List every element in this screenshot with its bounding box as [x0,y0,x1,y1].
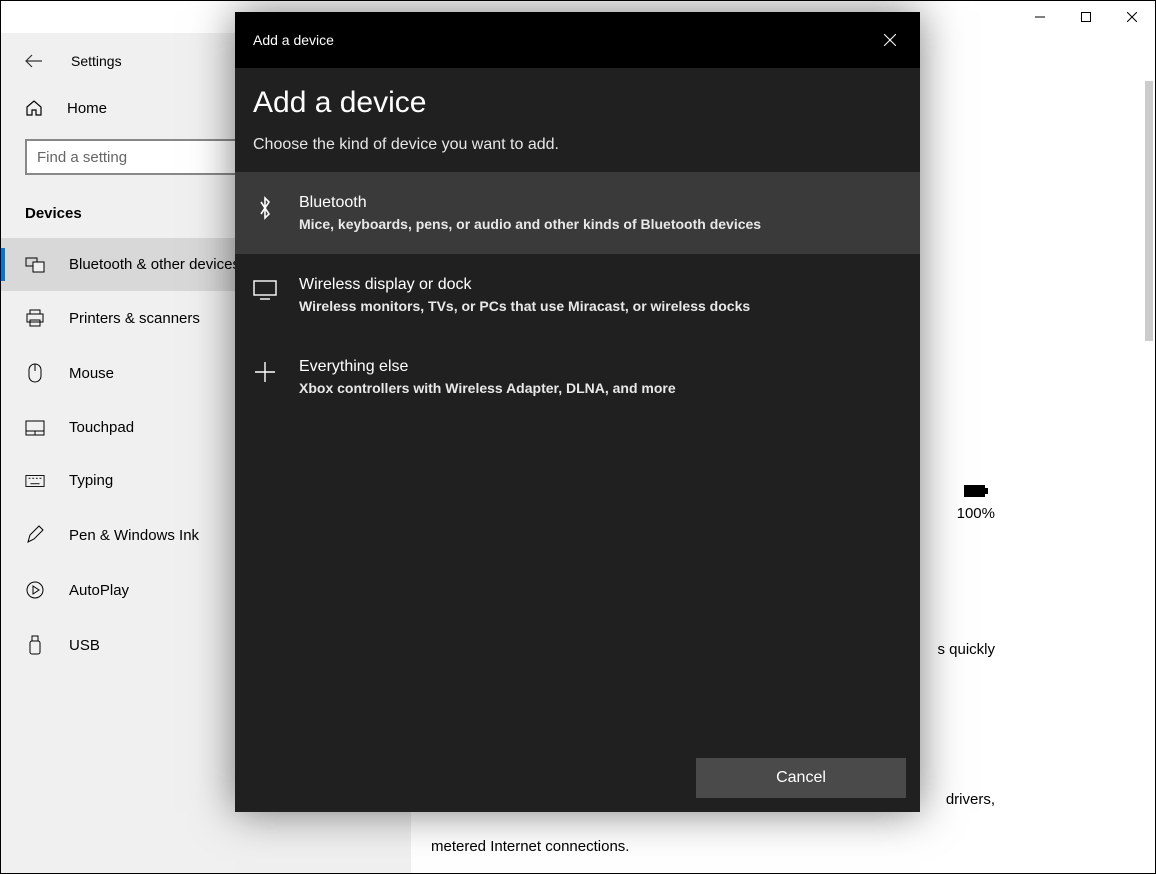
back-arrow-icon[interactable] [25,54,43,68]
autoplay-icon [25,581,45,599]
scrollbar-thumb[interactable] [1145,81,1153,341]
device-option-everything[interactable]: Everything else Xbox controllers with Wi… [235,336,920,418]
battery-status: 100% [957,483,995,522]
pen-icon [25,525,45,545]
sidebar-home-label: Home [67,100,107,117]
printer-icon [25,309,45,327]
minimize-button[interactable] [1017,1,1063,33]
sidebar-item-label: Mouse [69,365,114,382]
bluetooth-icon [253,196,277,220]
dialog-heading: Add a device [253,86,902,120]
keyboard-icon [25,474,45,488]
sidebar-item-label: Pen & Windows Ink [69,527,199,544]
device-option-bluetooth[interactable]: Bluetooth Mice, keyboards, pens, or audi… [235,172,920,254]
sidebar-item-label: Bluetooth & other devices [69,256,240,273]
partial-text: metered Internet connections. [431,838,629,855]
option-desc: Wireless monitors, TVs, or PCs that use … [299,298,750,314]
device-option-wireless[interactable]: Wireless display or dock Wireless monito… [235,254,920,336]
sidebar-item-label: Typing [69,472,113,489]
add-device-dialog: Add a device Add a device Choose the kin… [235,12,920,812]
home-icon [25,99,43,117]
touchpad-icon [25,420,45,436]
cancel-button[interactable]: Cancel [696,758,906,798]
maximize-button[interactable] [1063,1,1109,33]
sidebar-item-label: Printers & scanners [69,310,200,327]
dialog-close-button[interactable] [872,22,908,58]
dialog-subheading: Choose the kind of device you want to ad… [253,136,902,154]
window-title: Settings [71,53,122,69]
dialog-header-title: Add a device [253,32,334,48]
usb-icon [25,635,45,655]
partial-text: drivers, [946,791,995,808]
close-button[interactable] [1109,1,1155,33]
mouse-icon [25,363,45,383]
option-desc: Xbox controllers with Wireless Adapter, … [299,380,676,396]
option-title: Wireless display or dock [299,276,750,294]
sidebar-item-label: AutoPlay [69,582,129,599]
plus-icon [253,360,277,384]
battery-percent: 100% [957,505,995,522]
dialog-body: Add a device Choose the kind of device y… [235,68,920,436]
devices-icon [25,257,45,273]
search-placeholder: Find a setting [37,149,127,166]
option-title: Bluetooth [299,194,761,212]
sidebar-item-label: Touchpad [69,419,134,436]
display-icon [253,278,277,302]
sidebar-item-label: USB [69,637,100,654]
option-desc: Mice, keyboards, pens, or audio and othe… [299,216,761,232]
dialog-footer: Cancel [235,744,920,812]
dialog-header: Add a device [235,12,920,68]
option-title: Everything else [299,358,676,376]
partial-text: s quickly [937,641,995,658]
